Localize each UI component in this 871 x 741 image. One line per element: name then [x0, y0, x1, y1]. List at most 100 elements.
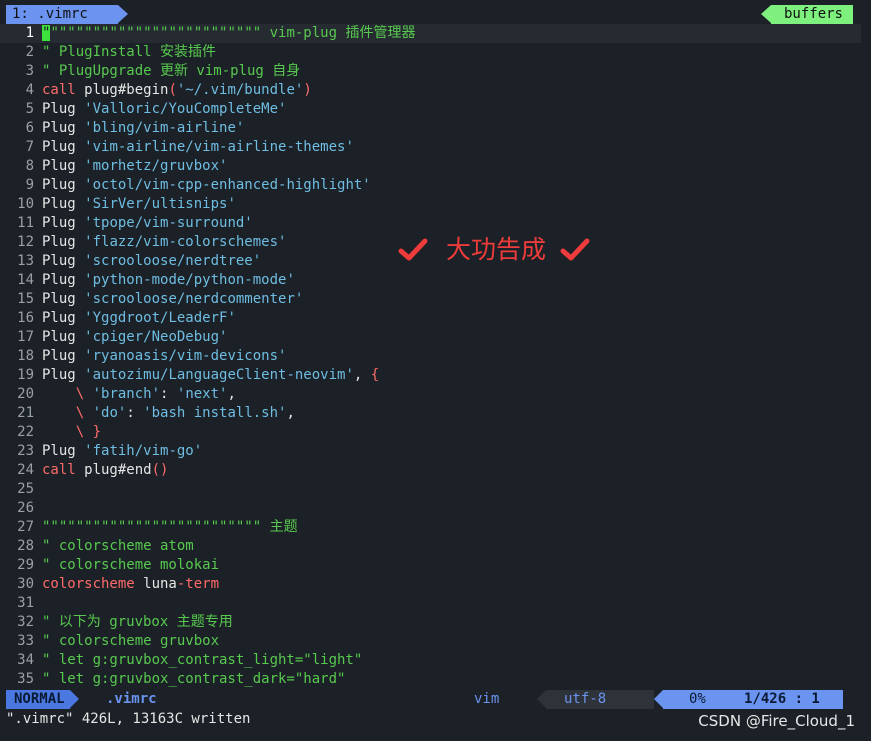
code-line[interactable]: 5 Plug 'Valloric/YouCompleteMe' — [0, 100, 871, 119]
code-token: 'scrooloose/nerdtree' — [84, 253, 262, 269]
code-token: 'autozimu/LanguageClient-neovim' — [84, 367, 354, 383]
line-code: colorscheme luna-term — [42, 575, 219, 594]
code-line[interactable]: 19 Plug 'autozimu/LanguageClient-neovim',… — [0, 366, 871, 385]
line-code: Plug 'cpiger/NeoDebug' — [42, 328, 227, 347]
line-code: Plug 'tpope/vim-surround' — [42, 214, 253, 233]
code-line[interactable]: 17 Plug 'cpiger/NeoDebug' — [0, 328, 871, 347]
code-line[interactable]: 1 """""""""""""""""""""""""" vim-plug 插件管… — [0, 24, 861, 43]
line-number: 7 — [25, 139, 34, 155]
code-line[interactable]: 25 — [0, 480, 871, 499]
code-token: 'octol/vim-cpp-enhanced-highlight' — [84, 177, 371, 193]
code-line[interactable]: 10 Plug 'SirVer/ultisnips' — [0, 195, 871, 214]
code-token: , — [286, 405, 295, 421]
code-line[interactable]: 24 call plug#end() — [0, 461, 871, 480]
code-line[interactable]: 26 — [0, 499, 871, 518]
code-line[interactable]: 21 \ 'do': 'bash install.sh', — [0, 404, 871, 423]
code-line[interactable]: 6 Plug 'bling/vim-airline' — [0, 119, 871, 138]
code-token: 'ryanoasis/vim-devicons' — [84, 348, 287, 364]
code-token: " PlugInstall 安装插件 — [42, 44, 217, 60]
code-line[interactable]: 9 Plug 'octol/vim-cpp-enhanced-highlight' — [0, 176, 871, 195]
line-number: 9 — [25, 177, 34, 193]
statusline-percent: 0% — [689, 691, 706, 707]
code-token: Plug — [42, 215, 85, 231]
line-code: " 以下为 gruvbox 主题专用 — [42, 613, 233, 632]
code-token: Plug — [42, 348, 85, 364]
line-number: 12 — [17, 234, 34, 250]
code-line[interactable]: 15 Plug 'scrooloose/nerdcommenter' — [0, 290, 871, 309]
line-number: 1 — [25, 25, 34, 41]
code-token: () — [151, 462, 169, 478]
line-number: 20 — [17, 386, 34, 402]
code-token: 'cpiger/NeoDebug' — [84, 329, 228, 345]
code-line[interactable]: 3 " PlugUpgrade 更新 vim-plug 自身 — [0, 62, 871, 81]
line-number: 3 — [25, 63, 34, 79]
tab-vimrc[interactable]: 1: .vimrc — [6, 5, 128, 24]
line-code: call plug#begin('~/.vim/bundle') — [42, 81, 312, 100]
code-line[interactable]: 11 Plug 'tpope/vim-surround' — [0, 214, 871, 233]
code-line[interactable]: 4 call plug#begin('~/.vim/bundle') — [0, 81, 871, 100]
code-token: Plug — [42, 367, 85, 383]
line-code: " PlugUpgrade 更新 vim-plug 自身 — [42, 62, 300, 81]
code-token: " 以下为 gruvbox 主题专用 — [42, 614, 233, 630]
code-token: , — [227, 386, 236, 402]
line-number: 31 — [17, 595, 34, 611]
code-line[interactable]: 14 Plug 'python-mode/python-mode' — [0, 271, 871, 290]
code-token: 'fatih/vim-go' — [84, 443, 203, 459]
code-token: " colorscheme gruvbox — [42, 633, 220, 649]
code-line[interactable]: 20 \ 'branch': 'next', — [0, 385, 871, 404]
code-token: -term — [176, 576, 220, 592]
statusline-position-box: 0% 1/426 : 1 — [654, 690, 843, 709]
code-token: luna — [134, 576, 177, 592]
line-code: \ } — [42, 423, 101, 442]
line-number: 29 — [17, 557, 34, 573]
code-line[interactable]: 8 Plug 'morhetz/gruvbox' — [0, 157, 871, 176]
code-line[interactable]: 18 Plug 'ryanoasis/vim-devicons' — [0, 347, 871, 366]
code-token: 'branch' — [92, 386, 161, 402]
code-line[interactable]: 35 " let g:gruvbox_contrast_dark="hard" — [0, 670, 871, 689]
code-token: 'next' — [176, 386, 228, 402]
mode-indicator: NORMAL — [6, 690, 79, 709]
code-line[interactable]: 23 Plug 'fatih/vim-go' — [0, 442, 871, 461]
code-line[interactable]: 28 " colorscheme atom — [0, 537, 871, 556]
line-code: Plug 'Yggdroot/LeaderF' — [42, 309, 236, 328]
code-line[interactable]: 34 " let g:gruvbox_contrast_light="light" — [0, 651, 871, 670]
code-token: Plug — [42, 329, 85, 345]
code-token: colorscheme — [42, 576, 135, 592]
code-line[interactable]: 22 \ } — [0, 423, 871, 442]
code-line[interactable]: 7 Plug 'vim-airline/vim-airline-themes' — [0, 138, 871, 157]
code-line[interactable]: 16 Plug 'Yggdroot/LeaderF' — [0, 309, 871, 328]
code-token: 'bling/vim-airline' — [84, 120, 245, 136]
line-number: 6 — [25, 120, 34, 136]
code-token: Plug — [42, 139, 85, 155]
code-token: Plug — [42, 177, 85, 193]
line-number: 27 — [17, 519, 34, 535]
command-line[interactable]: ".vimrc" 426L, 13163C written — [6, 710, 250, 729]
code-token: { — [370, 367, 380, 383]
line-number: 25 — [17, 481, 34, 497]
line-number: 35 — [17, 671, 34, 687]
success-overlay: 大功告成 — [398, 232, 590, 266]
line-code: \ 'branch': 'next', — [42, 385, 236, 404]
line-code: Plug 'SirVer/ultisnips' — [42, 195, 236, 214]
code-line[interactable]: 29 " colorscheme molokai — [0, 556, 871, 575]
code-line[interactable]: 30 colorscheme luna-term — [0, 575, 871, 594]
editor-buffer[interactable]: 1 """""""""""""""""""""""""" vim-plug 插件管… — [0, 24, 871, 689]
line-code: " colorscheme atom — [42, 537, 194, 556]
statusline-filetype: vim — [474, 691, 500, 707]
line-number: 23 — [17, 443, 34, 459]
line-code: call plug#end() — [42, 461, 168, 480]
code-line[interactable]: 31 — [0, 594, 871, 613]
code-line[interactable]: 32 " 以下为 gruvbox 主题专用 — [0, 613, 871, 632]
line-code: Plug 'fatih/vim-go' — [42, 442, 202, 461]
code-line[interactable]: 2 " PlugInstall 安装插件 — [0, 43, 871, 62]
code-token: 'Yggdroot/LeaderF' — [84, 310, 236, 326]
code-token: 'do' — [92, 405, 127, 421]
code-token: """"""""""""""""""""""""" vim-plug 插件管理器 — [50, 25, 416, 41]
code-line[interactable]: 33 " colorscheme gruvbox — [0, 632, 871, 651]
line-number: 11 — [17, 215, 34, 231]
code-line[interactable]: 27 """""""""""""""""""""""""" 主题 — [0, 518, 871, 537]
